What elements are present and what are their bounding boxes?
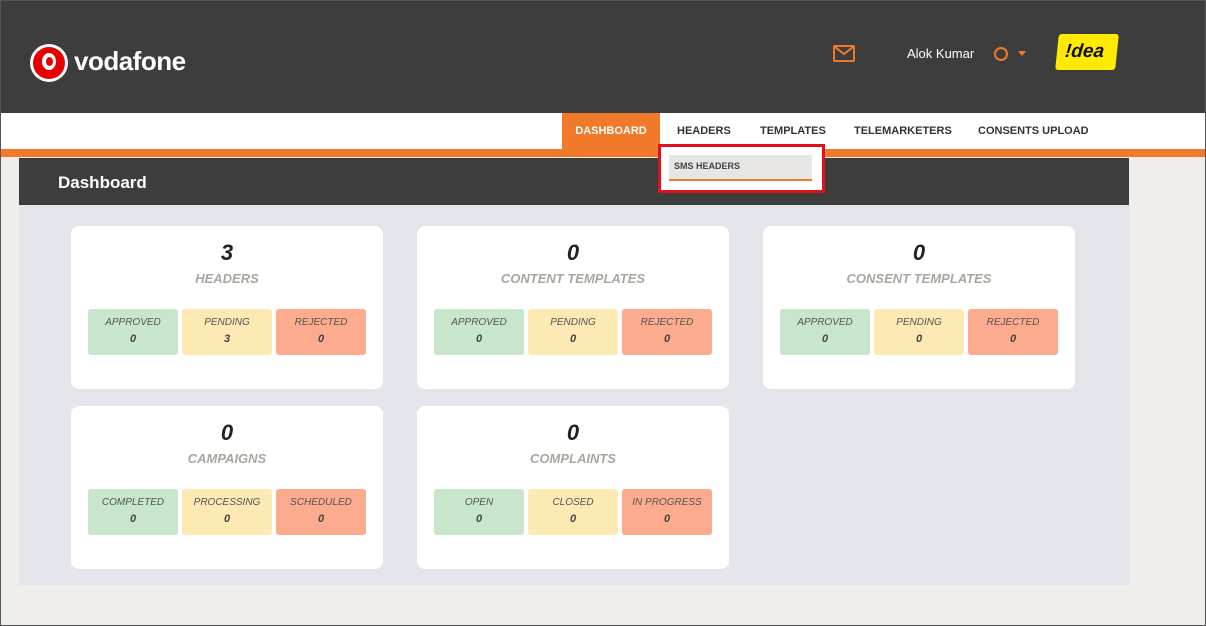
idea-logo: !dea [1055,34,1119,70]
stat-box[interactable]: APPROVED 0 [434,309,524,355]
card-label: CAMPAIGNS [187,451,267,466]
card-label: COMPLAINTS [530,451,616,466]
top-header: vodafone Alok Kumar !dea [1,1,1205,113]
headers-dropdown: SMS HEADERS [658,144,825,193]
stat-card-headers[interactable]: 3 HEADERS APPROVED 0 PENDING 3 REJECTED 0 [71,226,383,389]
stat-card-consent-templates[interactable]: 0 CONSENT TEMPLATES APPROVED 0 PENDING 0 R… [763,226,1075,389]
card-count: 0 [220,420,234,445]
nav-dashboard[interactable]: DASHBOARD [562,113,660,149]
stat-card-campaigns[interactable]: 0 CAMPAIGNS COMPLETED 0 PROCESSING 0 SCHED… [71,406,383,569]
stat-box[interactable]: PROCESSING 0 [182,489,272,535]
brand-name: vodafone [74,46,186,76]
stat-box[interactable]: SCHEDULED 0 [276,489,366,535]
card-count: 0 [912,240,926,265]
dropdown-item-sms-headers[interactable]: SMS HEADERS [669,155,812,181]
card-count: 0 [566,240,580,265]
stat-card-content-templates[interactable]: 0 CONTENT TEMPLATES APPROVED 0 PENDING 0 R… [417,226,729,389]
stat-box[interactable]: PENDING 0 [528,309,618,355]
card-label: CONTENT TEMPLATES [500,271,646,286]
stat-card-complaints[interactable]: 0 COMPLAINTS OPEN 0 CLOSED 0 IN PROGRESS 0 [417,406,729,569]
stat-box[interactable]: REJECTED 0 [276,309,366,355]
stat-box[interactable]: APPROVED 0 [88,309,178,355]
nav-consents-upload[interactable]: CONSENTS UPLOAD [978,113,1089,149]
stat-box[interactable]: CLOSED 0 [528,489,618,535]
card-label: HEADERS [195,271,259,286]
mail-icon[interactable] [833,45,855,62]
user-name[interactable]: Alok Kumar [907,46,974,61]
stat-box[interactable]: COMPLETED 0 [88,489,178,535]
stat-box[interactable]: REJECTED 0 [622,309,712,355]
card-count: 0 [566,420,580,445]
stat-box[interactable]: REJECTED 0 [968,309,1058,355]
nav-telemarketers[interactable]: TELEMARKETERS [854,113,952,149]
stat-box[interactable]: PENDING 3 [182,309,272,355]
stat-box[interactable]: APPROVED 0 [780,309,870,355]
panel-header: Dashboard [19,158,1129,205]
card-label: CONSENT TEMPLATES [846,271,992,286]
page-title: Dashboard [58,173,147,192]
stat-box[interactable]: PENDING 0 [874,309,964,355]
stat-box[interactable]: OPEN 0 [434,489,524,535]
user-circle-icon[interactable] [994,47,1008,61]
card-count: 3 [220,240,234,265]
nav-accent-line [1,149,1205,157]
caret-down-icon[interactable] [1018,51,1026,56]
vodafone-logo-icon [30,44,68,82]
stat-box[interactable]: IN PROGRESS 0 [622,489,712,535]
